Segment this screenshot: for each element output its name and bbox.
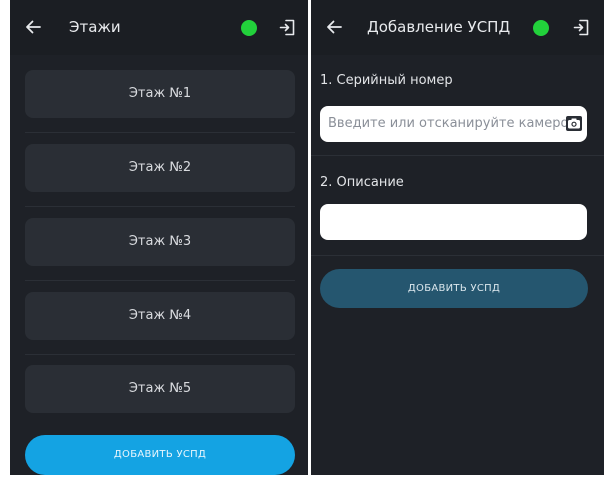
divider xyxy=(311,255,604,256)
logout-icon[interactable] xyxy=(279,19,296,36)
app-bar: Этажи xyxy=(10,0,308,55)
add-uspd-button[interactable]: ДОБАВИТЬ УСПД xyxy=(25,435,295,475)
serial-number-input[interactable]: Введите или отсканируйте камерой xyxy=(320,106,587,142)
divider xyxy=(311,155,604,156)
camera-icon[interactable] xyxy=(566,116,582,131)
description-input[interactable] xyxy=(320,204,587,240)
add-uspd-screen: Добавление УСПД 1. Серийный номер Введит… xyxy=(311,0,604,475)
add-uspd-button-label: ДОБАВИТЬ УСПД xyxy=(407,283,501,294)
floor-item-3[interactable]: Этаж №3 xyxy=(25,218,295,266)
floor-label: Этаж №3 xyxy=(128,234,192,249)
divider xyxy=(25,354,295,355)
add-uspd-button[interactable]: ДОБАВИТЬ УСПД xyxy=(320,269,588,308)
arrow-left-icon[interactable] xyxy=(24,18,42,36)
logout-icon[interactable] xyxy=(573,19,590,36)
add-uspd-form: 1. Серийный номер Введите или отсканируй… xyxy=(311,55,604,475)
floor-item-4[interactable]: Этаж №4 xyxy=(25,292,295,340)
app-bar: Добавление УСПД xyxy=(311,0,604,55)
floors-screen: Этажи Этаж №1 Этаж №2 Этаж №3 Этаж №4 Эт… xyxy=(10,0,308,475)
page-title: Добавление УСПД xyxy=(367,18,511,36)
floor-label: Этаж №1 xyxy=(128,86,192,101)
divider xyxy=(25,132,295,133)
page-title: Этажи xyxy=(69,18,121,36)
floor-list: Этаж №1 Этаж №2 Этаж №3 Этаж №4 Этаж №5 xyxy=(10,55,308,475)
add-uspd-button-label: ДОБАВИТЬ УСПД xyxy=(113,449,207,460)
serial-number-placeholder: Введите или отсканируйте камерой xyxy=(328,116,577,131)
serial-number-label: 1. Серийный номер xyxy=(320,73,453,88)
divider xyxy=(25,280,295,281)
floor-label: Этаж №2 xyxy=(128,160,192,175)
description-label: 2. Описание xyxy=(320,175,404,190)
status-indicator-icon xyxy=(241,20,257,36)
floor-item-1[interactable]: Этаж №1 xyxy=(25,70,295,118)
floor-item-2[interactable]: Этаж №2 xyxy=(25,144,295,192)
floor-label: Этаж №4 xyxy=(128,308,192,323)
floor-item-5[interactable]: Этаж №5 xyxy=(25,365,295,413)
floor-label: Этаж №5 xyxy=(128,381,192,396)
status-indicator-icon xyxy=(533,20,549,36)
arrow-left-icon[interactable] xyxy=(325,18,343,36)
divider xyxy=(25,206,295,207)
